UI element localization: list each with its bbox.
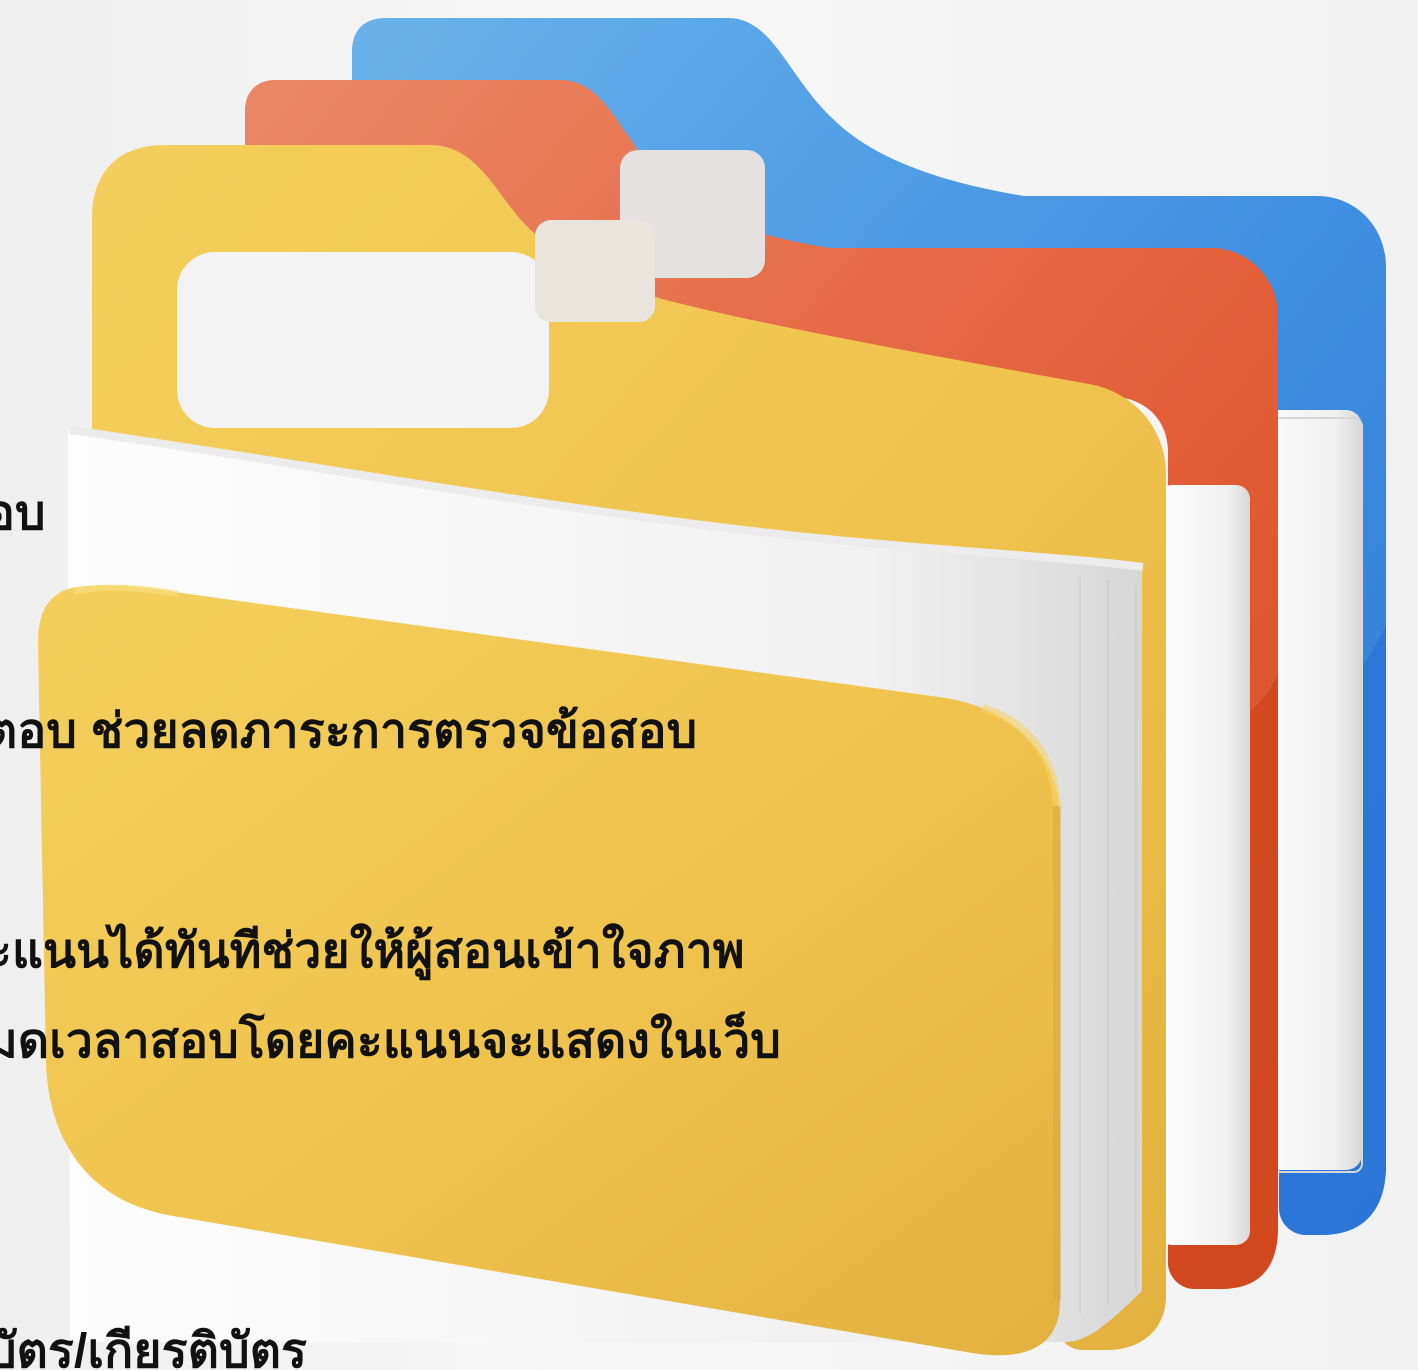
- hero-illustration: อบ ตอบ ช่วยลดภาระการตรวจข้อสอบ ะแนนได้ทั…: [0, 0, 1418, 1370]
- folders-illustration: [37, 18, 1386, 1356]
